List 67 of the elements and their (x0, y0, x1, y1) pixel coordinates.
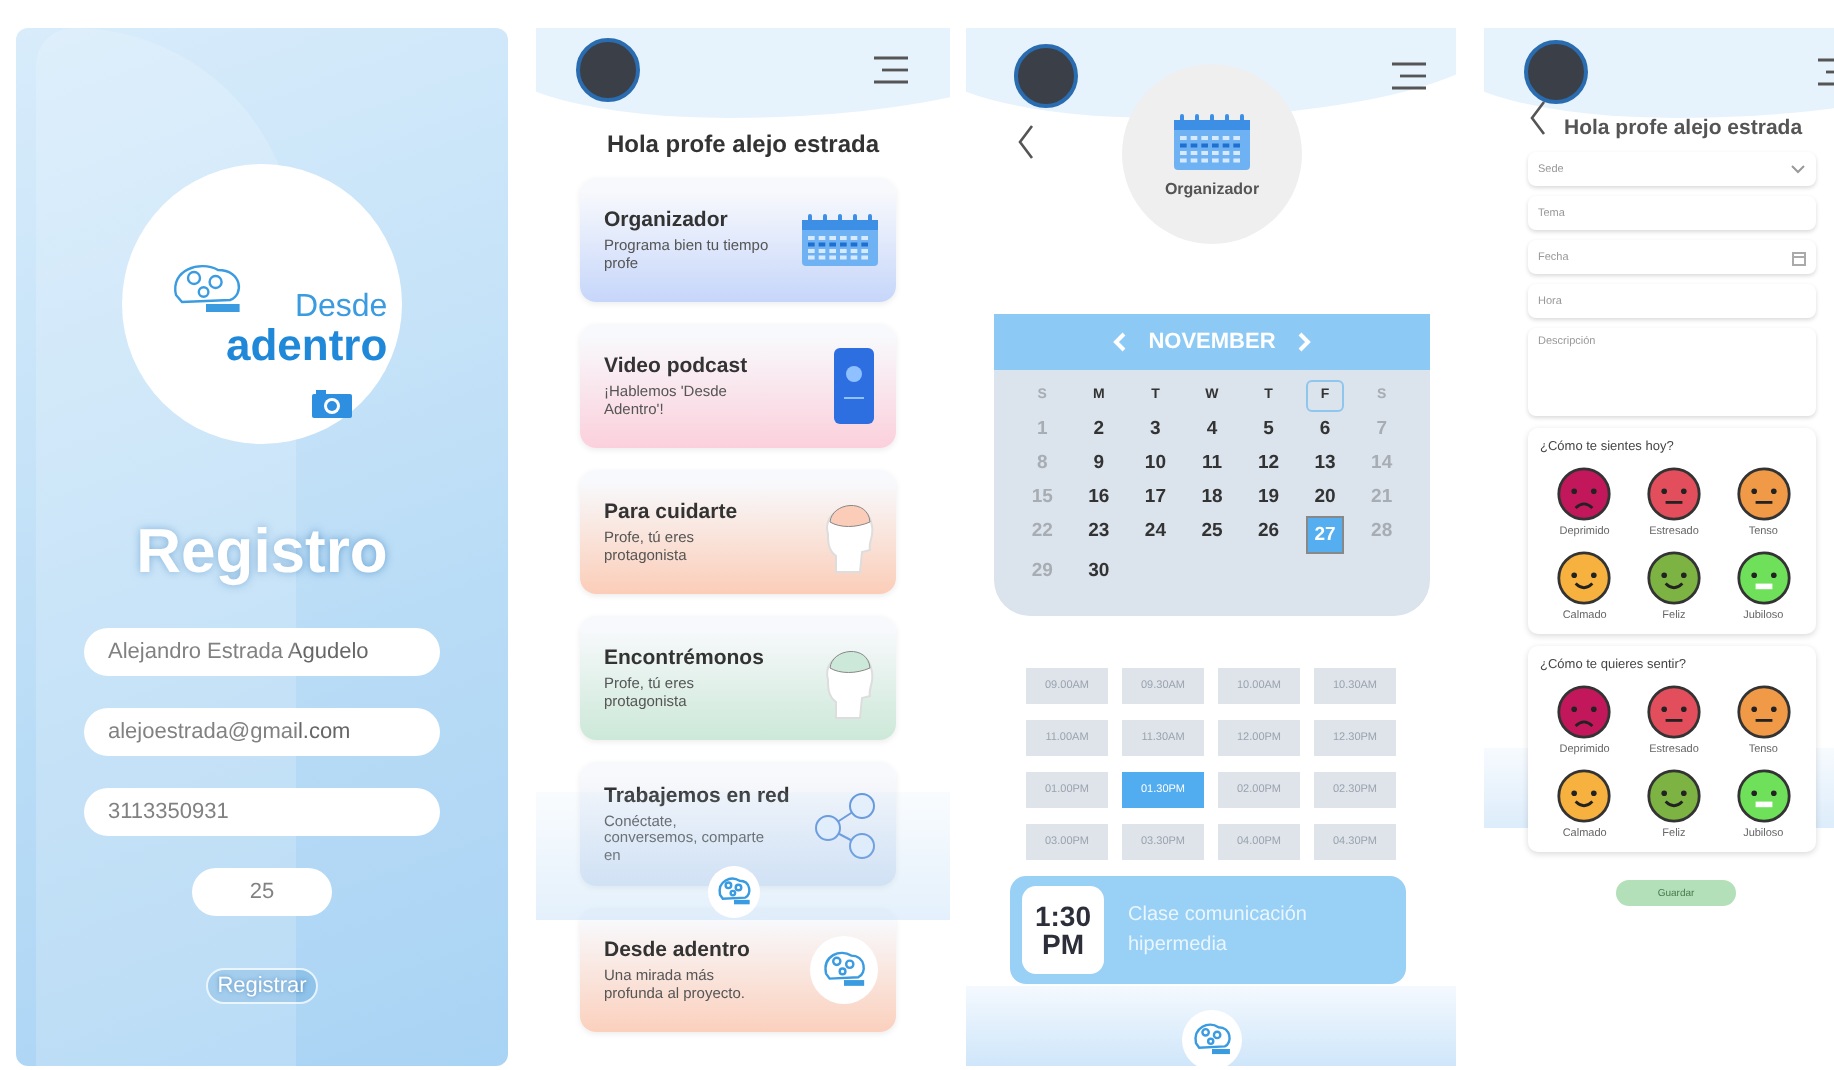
brain-logo-icon (705, 864, 761, 920)
calendar-day[interactable]: 16 (1081, 484, 1116, 512)
calendar-day[interactable]: 2 (1081, 416, 1116, 444)
calendar-day[interactable]: 5 (1251, 416, 1286, 444)
greeting-text: Hola profe alejo estrada (1564, 116, 1803, 140)
card-title: Para cuidarte (604, 499, 740, 524)
card-title: Video podcast (604, 353, 750, 378)
calendar-day[interactable]: 30 (1081, 558, 1116, 586)
input-field[interactable]: Alejandro Estrada Agudelo (84, 628, 440, 676)
calendar-day[interactable]: 4 (1194, 416, 1229, 444)
mood-face-icon[interactable] (1735, 550, 1792, 606)
back-chevron-icon[interactable] (1528, 100, 1548, 136)
mood-face-icon[interactable] (1556, 684, 1613, 740)
mood-face-icon[interactable] (1735, 466, 1792, 522)
menu-icon[interactable] (870, 54, 910, 86)
calendar-day[interactable]: 11 (1194, 450, 1229, 478)
brain-logo-icon (808, 934, 880, 1006)
calendar-day[interactable]: 9 (1081, 450, 1116, 478)
brain-logo-icon (1179, 1008, 1243, 1066)
calendar-day[interactable]: 18 (1194, 484, 1229, 512)
calendar-day[interactable]: 19 (1251, 484, 1286, 512)
mood-face-icon[interactable] (1556, 768, 1613, 824)
calendar-day[interactable]: 20 (1308, 484, 1343, 512)
calendar-icon (1172, 111, 1252, 171)
mood-face-icon[interactable] (1645, 550, 1702, 606)
month-label: NOVEMBER (1148, 330, 1276, 354)
calendar-day[interactable]: 24 (1138, 518, 1173, 546)
event-time: 1:30 (1034, 902, 1092, 930)
camera-icon[interactable] (310, 388, 354, 420)
calendar-day[interactable]: 13 (1308, 450, 1343, 478)
phone-icon (828, 346, 880, 426)
screen-title: Registro (136, 516, 388, 588)
badge-label: Organizador (1164, 179, 1260, 197)
card-title: Desde adentro (604, 937, 752, 962)
event-card[interactable]: 1:30 PM Clase comunicación hipermedia (1010, 876, 1406, 984)
calendar-day[interactable]: 6 (1308, 416, 1343, 444)
logo-text: adentro (226, 324, 388, 368)
greeting-text: Hola profe alejo estrada (604, 130, 882, 158)
calendar-day[interactable]: 25 (1194, 518, 1229, 546)
mood-face-icon[interactable] (1735, 684, 1792, 740)
card-title: Encontrémonos (604, 645, 766, 670)
calendar-day[interactable]: 3 (1138, 416, 1173, 444)
mood-face-icon[interactable] (1645, 466, 1702, 522)
calendar-day[interactable]: 12 (1251, 450, 1286, 478)
input-field[interactable]: alejoestrada@gmail.com (84, 708, 440, 756)
calendar-icon (800, 212, 880, 268)
input-field[interactable]: 3113350931 (84, 788, 440, 836)
back-chevron-icon[interactable] (1016, 124, 1036, 160)
calendar-day[interactable]: 23 (1081, 518, 1116, 546)
calendar-icon (1792, 252, 1806, 266)
card-title: Trabajemos en red (604, 783, 792, 808)
card-title: Organizador (604, 207, 730, 232)
mood-face-icon[interactable] (1645, 768, 1702, 824)
logo-text: Desde (294, 292, 388, 324)
calendar-day[interactable]: 10 (1138, 450, 1173, 478)
dropdown-caret-icon (1790, 164, 1806, 174)
calendar-day[interactable]: 27 (1308, 518, 1343, 552)
calendar-day[interactable]: 17 (1138, 484, 1173, 512)
menu-icon[interactable] (1388, 60, 1428, 92)
mood-face-icon[interactable] (1556, 466, 1613, 522)
calendar-day[interactable]: 26 (1251, 518, 1286, 546)
mood-face-icon[interactable] (1556, 550, 1613, 606)
event-period: PM (1042, 930, 1084, 958)
mood-face-icon[interactable] (1735, 768, 1792, 824)
mood-face-icon[interactable] (1645, 684, 1702, 740)
event-title: Clase comunicación hipermedia (1128, 902, 1309, 960)
input-field[interactable]: 25 (192, 868, 332, 916)
